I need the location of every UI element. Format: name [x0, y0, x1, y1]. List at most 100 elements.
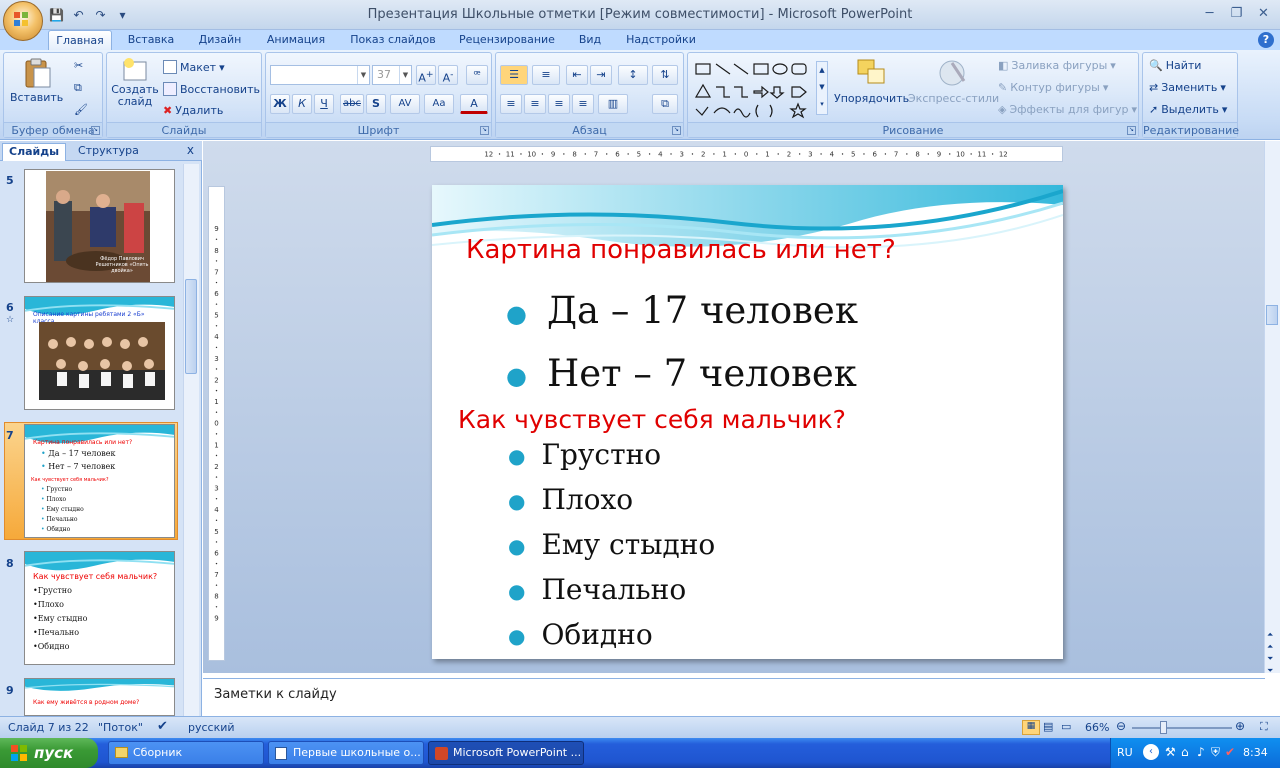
copy-icon[interactable]: ⧉: [74, 81, 82, 95]
layout-button[interactable]: Макет ▾: [163, 60, 225, 74]
restore-icon[interactable]: ❐: [1224, 3, 1249, 23]
zoom-slider[interactable]: [1132, 727, 1232, 729]
undo-icon[interactable]: ↶: [70, 7, 87, 24]
redo-icon[interactable]: ↷: [92, 7, 109, 24]
line-spacing-button[interactable]: ↕: [618, 65, 648, 85]
numbering-button[interactable]: ≡: [532, 65, 560, 85]
network-icon[interactable]: ⌂: [1181, 745, 1189, 759]
slide-subtitle[interactable]: Как чувствует себя мальчик?: [458, 405, 846, 434]
align-center-button[interactable]: ≡: [524, 94, 546, 114]
new-slide-button[interactable]: Создать слайд: [111, 57, 159, 108]
font-size-combo[interactable]: 37 ▼: [372, 65, 412, 85]
tab-slideshow[interactable]: Показ слайдов: [345, 30, 441, 50]
taskbar-item-powerpoint[interactable]: Microsoft PowerPoint ...: [428, 741, 584, 765]
align-right-button[interactable]: ≡: [548, 94, 570, 114]
zoom-out-icon[interactable]: ⊖: [1116, 719, 1126, 733]
grow-font-button[interactable]: A+: [416, 65, 436, 85]
tab-design[interactable]: Дизайн: [192, 30, 248, 50]
close-pane-icon[interactable]: x: [187, 143, 194, 157]
dialog-launcher-icon[interactable]: ↘: [91, 126, 100, 135]
prev-next-slide-buttons[interactable]: ⏶ ⏶ ⏷ ⏷: [1267, 629, 1273, 677]
slide-thumbnail-6[interactable]: Описание картины ребятами 2 «Б» класса: [24, 296, 175, 410]
input-language[interactable]: RU: [1117, 746, 1133, 759]
columns-button[interactable]: ▥: [598, 94, 628, 114]
tab-addins[interactable]: Надстройки: [621, 30, 701, 50]
taskbar-item-word[interactable]: Первые школьные о...: [268, 741, 424, 765]
scroll-thumb[interactable]: [185, 279, 197, 374]
fit-to-window-icon[interactable]: ⛶: [1260, 720, 1268, 734]
shape-fill-button[interactable]: ◧ Заливка фигуры ▾: [998, 59, 1116, 72]
start-button[interactable]: пуск: [0, 738, 98, 768]
save-icon[interactable]: 💾: [48, 7, 65, 24]
gallery-scroll[interactable]: ▲ ▼ ▾: [816, 61, 828, 115]
slide-canvas[interactable]: Картина понравилась или нет? ● Да – 17 че…: [432, 185, 1063, 659]
shadow-button[interactable]: S: [366, 94, 386, 114]
format-painter-icon[interactable]: 🖌: [74, 103, 88, 116]
font-color-button[interactable]: A: [460, 94, 488, 114]
dialog-launcher-icon[interactable]: ↘: [480, 126, 489, 135]
volume-icon[interactable]: ♪: [1197, 745, 1205, 759]
shape-outline-button[interactable]: ✎ Контур фигуры ▾: [998, 81, 1108, 94]
close-icon[interactable]: ✕: [1251, 3, 1276, 23]
dialog-launcher-icon[interactable]: ↘: [1127, 126, 1136, 135]
slideshow-icon[interactable]: ▭: [1061, 720, 1071, 733]
justify-button[interactable]: ≡: [572, 94, 594, 114]
cut-icon[interactable]: ✂: [74, 59, 83, 72]
tray-tool-icon[interactable]: ⚒: [1165, 745, 1176, 759]
taskbar-item-folder[interactable]: Сборник: [108, 741, 264, 765]
customize-qat-icon[interactable]: ▾: [114, 7, 131, 24]
help-icon[interactable]: ?: [1258, 32, 1274, 48]
find-button[interactable]: 🔍 Найти: [1149, 59, 1201, 72]
quick-styles-button[interactable]: Экспресс-стили: [908, 57, 999, 105]
clear-format-button[interactable]: ꟹ: [466, 65, 488, 85]
underline-button[interactable]: Ч: [314, 94, 334, 114]
tab-animation[interactable]: Анимация: [262, 30, 330, 50]
text-direction-button[interactable]: ⇅: [652, 65, 678, 85]
slide-thumbnail-7[interactable]: Картина понравилась или нет? • Да – 17 ч…: [24, 424, 175, 538]
align-left-button[interactable]: ≡: [500, 94, 522, 114]
slide-thumbnail-9[interactable]: Как ему живётся в родном доме?: [24, 678, 175, 716]
font-name-combo[interactable]: ▼: [270, 65, 370, 85]
tab-home[interactable]: Главная: [48, 30, 112, 50]
tab-slides[interactable]: Слайды: [2, 143, 67, 161]
strikethrough-button[interactable]: abc: [340, 94, 364, 114]
slide-thumbnail-5[interactable]: Фёдор Павлович Решетников «Опять двойка»: [24, 169, 175, 283]
normal-view-icon[interactable]: ▦: [1022, 720, 1040, 735]
reset-button[interactable]: Восстановить: [163, 82, 260, 96]
zoom-slider-thumb[interactable]: [1160, 721, 1167, 734]
shapes-gallery[interactable]: [694, 61, 818, 121]
security-icon[interactable]: ⛨: [1211, 745, 1220, 760]
zoom-in-icon[interactable]: ⊕: [1235, 719, 1245, 733]
antivirus-icon[interactable]: ✔: [1225, 745, 1235, 759]
shrink-font-button[interactable]: A-: [438, 65, 458, 85]
smartart-button[interactable]: ⧉: [652, 94, 678, 114]
delete-slide-button[interactable]: ✖ Удалить: [163, 104, 223, 117]
change-case-button[interactable]: Aa: [424, 94, 454, 114]
tab-insert[interactable]: Вставка: [122, 30, 180, 50]
notes-pane[interactable]: Заметки к слайду: [203, 678, 1265, 716]
shape-effects-button[interactable]: ◈ Эффекты для фигур ▾: [998, 103, 1137, 116]
scroll-thumb[interactable]: [1266, 305, 1278, 325]
thumbnail-scrollbar[interactable]: [183, 164, 199, 716]
slide-thumbnail-8[interactable]: Как чувствует себя мальчик? •Грустно •Пл…: [24, 551, 175, 665]
dialog-launcher-icon[interactable]: ↘: [672, 126, 681, 135]
minimize-icon[interactable]: ─: [1197, 3, 1222, 23]
language-indicator[interactable]: русский: [188, 721, 235, 734]
zoom-level[interactable]: 66%: [1085, 721, 1109, 734]
arrange-button[interactable]: Упорядочить: [834, 57, 909, 105]
bold-button[interactable]: Ж: [270, 94, 290, 114]
italic-button[interactable]: К: [292, 94, 312, 114]
decrease-indent-button[interactable]: ⇤: [566, 65, 588, 85]
increase-indent-button[interactable]: ⇥: [590, 65, 612, 85]
slide-bullets[interactable]: ● Да – 17 человек ● Нет – 7 человек: [506, 281, 858, 406]
slide-title[interactable]: Картина понравилась или нет?: [466, 235, 896, 265]
replace-button[interactable]: ⇄ Заменить ▾: [1149, 81, 1226, 94]
slide-items[interactable]: ● Грустно ● Плохо ● Ему стыдно ● Печально ● О…: [508, 433, 715, 658]
spellcheck-icon[interactable]: ✔: [157, 719, 168, 734]
vertical-scrollbar[interactable]: ⏶ ⏶ ⏷ ⏷: [1264, 141, 1280, 675]
tray-expand-icon[interactable]: ‹: [1143, 744, 1159, 760]
paste-button[interactable]: Вставить: [10, 57, 63, 104]
theme-name[interactable]: "Поток": [98, 721, 143, 734]
slide-sorter-icon[interactable]: ▤: [1043, 720, 1053, 733]
tab-outline[interactable]: Структура: [72, 143, 145, 161]
